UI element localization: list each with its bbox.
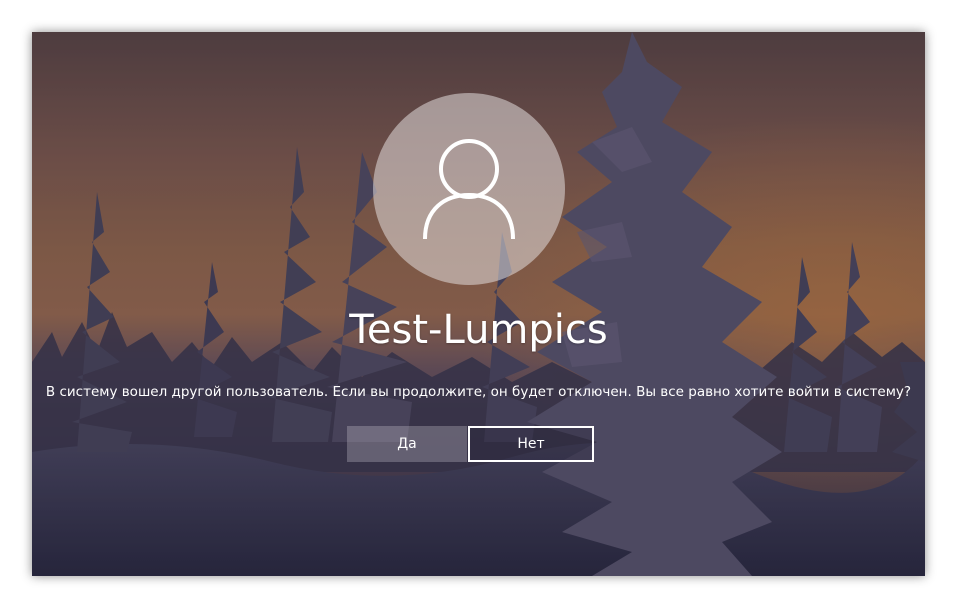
user-icon	[423, 139, 515, 240]
no-button[interactable]: Нет	[468, 426, 594, 462]
lock-screen: Test-Lumpics В систему вошел другой поль…	[32, 32, 925, 576]
switch-user-warning-message: В систему вошел другой пользователь. Есл…	[45, 384, 912, 400]
user-avatar	[373, 93, 565, 285]
username-label: Test-Lumpics	[349, 307, 608, 353]
yes-button[interactable]: Да	[347, 426, 467, 462]
